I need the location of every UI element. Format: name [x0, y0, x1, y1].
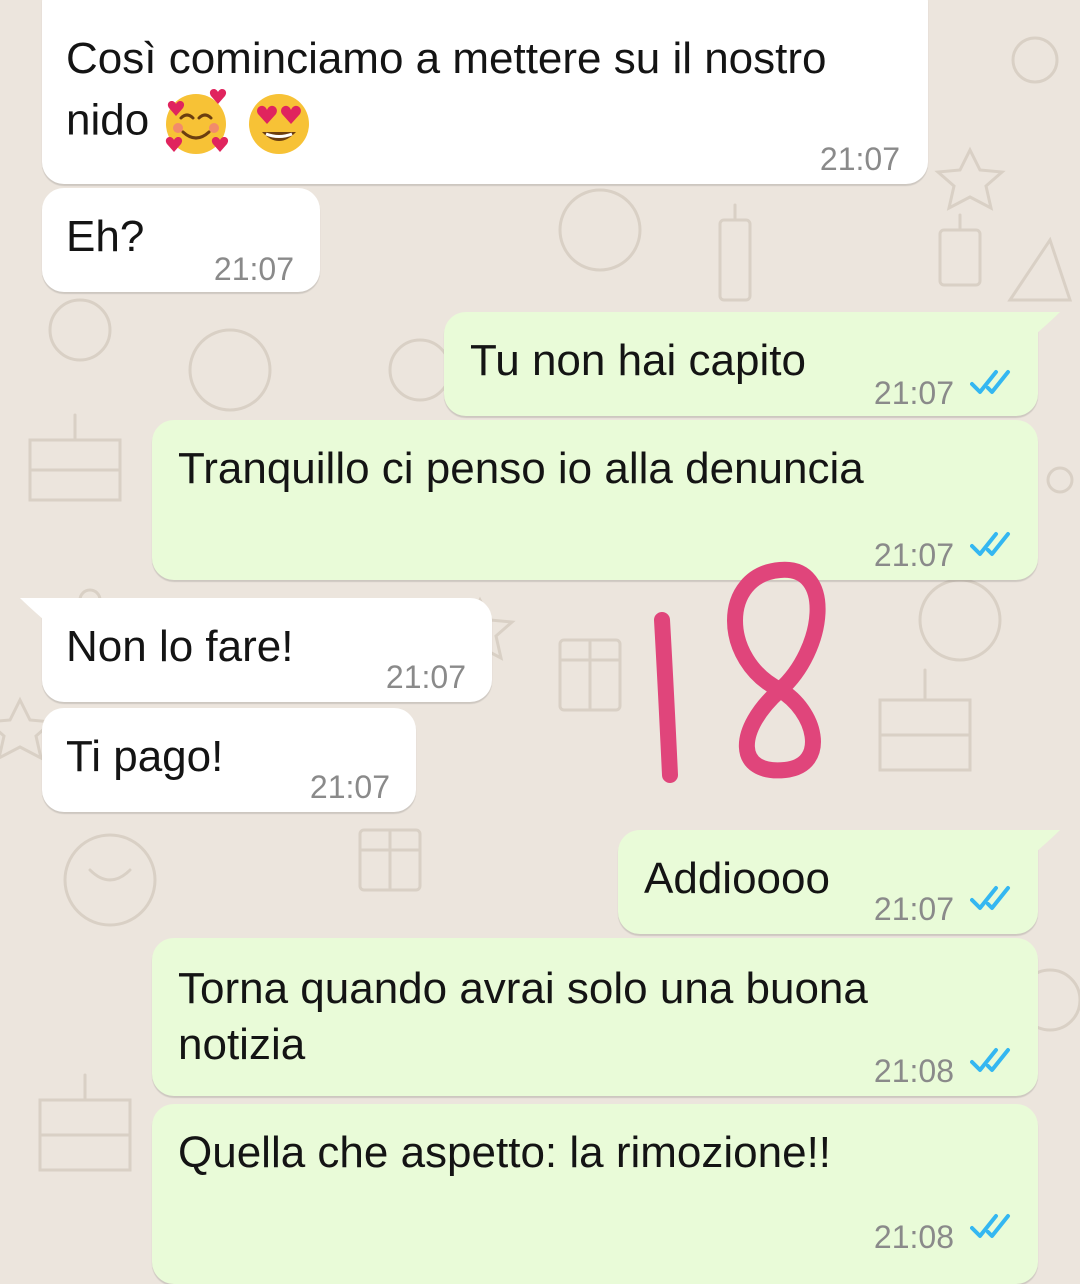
incoming-message[interactable]: Ti pago! 21:07 — [42, 708, 416, 812]
bubble-tail — [1036, 312, 1060, 334]
incoming-message[interactable]: Eh? 21:07 — [42, 188, 320, 292]
message-time: 21:07 — [309, 769, 390, 805]
message-time: 21:08 — [873, 1053, 954, 1089]
incoming-message[interactable]: Non lo fare! 21:07 — [42, 598, 492, 702]
read-receipt-icon — [970, 532, 1010, 556]
outgoing-message[interactable]: Addioooo 21:07 — [618, 830, 1038, 934]
message-text: Addioooo — [644, 854, 830, 903]
message-time: 21:07 — [873, 891, 954, 927]
handwritten-annotation-18 — [654, 561, 826, 783]
read-receipt-icon — [970, 886, 1010, 910]
outgoing-message[interactable]: Tu non hai capito 21:07 — [444, 312, 1038, 416]
incoming-message[interactable]: Così cominciamo a mettere su il nostro n… — [42, 0, 928, 184]
bubble-tail — [20, 598, 44, 620]
message-time: 21:07 — [385, 659, 466, 695]
message-text: Eh? — [66, 212, 145, 261]
read-receipt-icon — [970, 1048, 1010, 1072]
smiling-face-with-hearts-icon — [166, 89, 229, 154]
message-time: 21:07 — [873, 375, 954, 411]
read-receipt-icon — [970, 370, 1010, 394]
message-time: 21:07 — [819, 141, 900, 177]
read-receipt-icon — [970, 1214, 1010, 1238]
message-text: Non lo fare! — [66, 622, 294, 671]
message-text-line2: nido — [66, 95, 150, 145]
message-time: 21:07 — [213, 251, 294, 287]
outgoing-message[interactable]: Quella che aspetto: la rimozione!! 21:08 — [152, 1104, 1038, 1284]
message-text: Ti pago! — [66, 732, 224, 781]
message-text: Tranquillo ci penso io alla denuncia — [178, 444, 864, 493]
message-text-line1: Torna quando avrai solo una buona — [178, 964, 868, 1013]
outgoing-message[interactable]: Tranquillo ci penso io alla denuncia 21:… — [152, 420, 1038, 580]
message-text: Tu non hai capito — [470, 336, 806, 385]
message-text-line1: Così cominciamo a mettere su il nostro — [66, 34, 827, 83]
message-time: 21:08 — [873, 1219, 954, 1255]
bubble-tail — [1036, 830, 1060, 852]
message-time: 21:07 — [873, 537, 954, 573]
heart-eyes-icon — [248, 94, 309, 154]
message-text: Quella che aspetto: la rimozione!! — [178, 1128, 832, 1177]
outgoing-message[interactable]: Torna quando avrai solo una buona notizi… — [152, 938, 1038, 1096]
message-text-line2: notizia — [178, 1020, 306, 1069]
message-text-line2-row: nido — [66, 88, 314, 158]
